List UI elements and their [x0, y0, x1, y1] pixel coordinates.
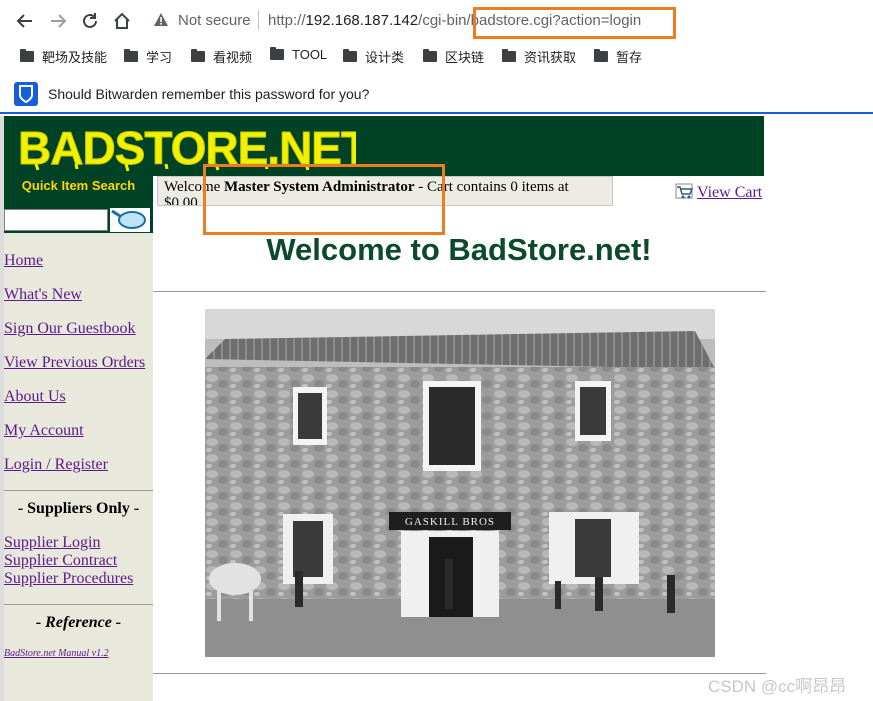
reference-heading: - Reference - [35, 614, 122, 631]
view-cart-label: View Cart [697, 184, 763, 201]
sidebar-link-whats-new[interactable]: What's New [4, 286, 82, 304]
sidebar-link-previous-orders[interactable]: View Previous Orders [4, 354, 145, 372]
folder-icon [594, 49, 608, 62]
folder-icon [502, 49, 516, 62]
url-highlight-box [473, 7, 676, 39]
home-icon [114, 12, 130, 29]
folder-icon [191, 49, 205, 62]
back-button[interactable] [13, 9, 37, 33]
quick-search-area: Quick Item Search [4, 176, 153, 233]
folder-icon [124, 49, 138, 62]
sidebar: Quick Item Search Home What's New Sign O… [4, 176, 153, 701]
sidebar-link-my-account[interactable]: My Account [4, 422, 84, 440]
address-divider [258, 10, 259, 30]
quick-search-label: Quick Item Search [21, 178, 136, 193]
folder-icon [423, 49, 437, 62]
url-prefix: http:// [268, 12, 306, 29]
folder-icon [343, 49, 357, 62]
supplier-contract-link[interactable]: Supplier Contract [4, 552, 117, 570]
browser-toolbar: Not secure http://192.168.187.142/cgi-bi… [0, 0, 873, 42]
store-photo: GASKILL BROS [205, 309, 715, 657]
sidebar-link-guestbook[interactable]: Sign Our Guestbook [4, 320, 136, 338]
manual-link[interactable]: BadStore.net Manual v1.2 [4, 648, 109, 659]
store-sign-text: GASKILL BROS [405, 516, 495, 528]
csdn-watermark: CSDN @cc啊昂昂 [708, 677, 847, 696]
bookmark-folder[interactable]: 学习 [124, 47, 172, 66]
home-button[interactable] [110, 9, 134, 33]
sidebar-link-login-register[interactable]: Login / Register [4, 456, 108, 474]
supplier-login-link[interactable]: Supplier Login [4, 534, 100, 552]
back-arrow-icon [16, 14, 32, 28]
forward-arrow-icon [51, 14, 67, 28]
folder-icon [20, 49, 34, 62]
reload-button[interactable] [78, 9, 102, 33]
shopping-cart-icon [675, 183, 694, 199]
search-magnifier-icon[interactable] [110, 208, 150, 232]
user-highlight-box [203, 164, 445, 235]
security-label[interactable]: Not secure [178, 12, 251, 29]
bookmark-folder[interactable]: 看视频 [191, 47, 252, 66]
url-host: 192.168.187.142 [305, 12, 419, 29]
bitwarden-notification-bar: Should Bitwarden remember this password … [0, 72, 873, 114]
content-divider [153, 673, 766, 674]
bookmark-folder[interactable]: 暂存 [594, 47, 642, 66]
suppliers-heading: - Suppliers Only - [17, 500, 140, 517]
bookmark-folder[interactable]: TOOL [270, 47, 327, 62]
supplier-procedures-link[interactable]: Supplier Procedures [4, 570, 133, 588]
view-cart-link[interactable]: View Cart [674, 182, 762, 202]
quick-search-input[interactable] [4, 209, 108, 231]
bookmark-folder[interactable]: 靶场及技能 [20, 47, 107, 66]
bitwarden-message: Should Bitwarden remember this password … [48, 86, 370, 102]
forward-button[interactable] [46, 9, 70, 33]
sidebar-link-about-us[interactable]: About Us [4, 388, 66, 406]
sidebar-divider [4, 490, 153, 491]
bookmark-folder[interactable]: 区块链 [423, 47, 484, 66]
folder-icon [270, 47, 284, 60]
bitwarden-shield-icon [14, 82, 38, 106]
sidebar-link-home[interactable]: Home [4, 252, 43, 270]
sidebar-divider [4, 604, 153, 605]
reload-icon [83, 13, 97, 28]
warning-icon[interactable] [153, 12, 169, 28]
bookmarks-bar: 靶场及技能 学习 看视频 TOOL 设计类 区块链 资讯获取 暂存 [0, 42, 873, 70]
content-divider [153, 291, 766, 292]
bookmark-folder[interactable]: 设计类 [343, 47, 404, 66]
bookmark-folder[interactable]: 资讯获取 [502, 47, 576, 66]
page-title: Welcome to BadStore.net! [266, 232, 652, 267]
